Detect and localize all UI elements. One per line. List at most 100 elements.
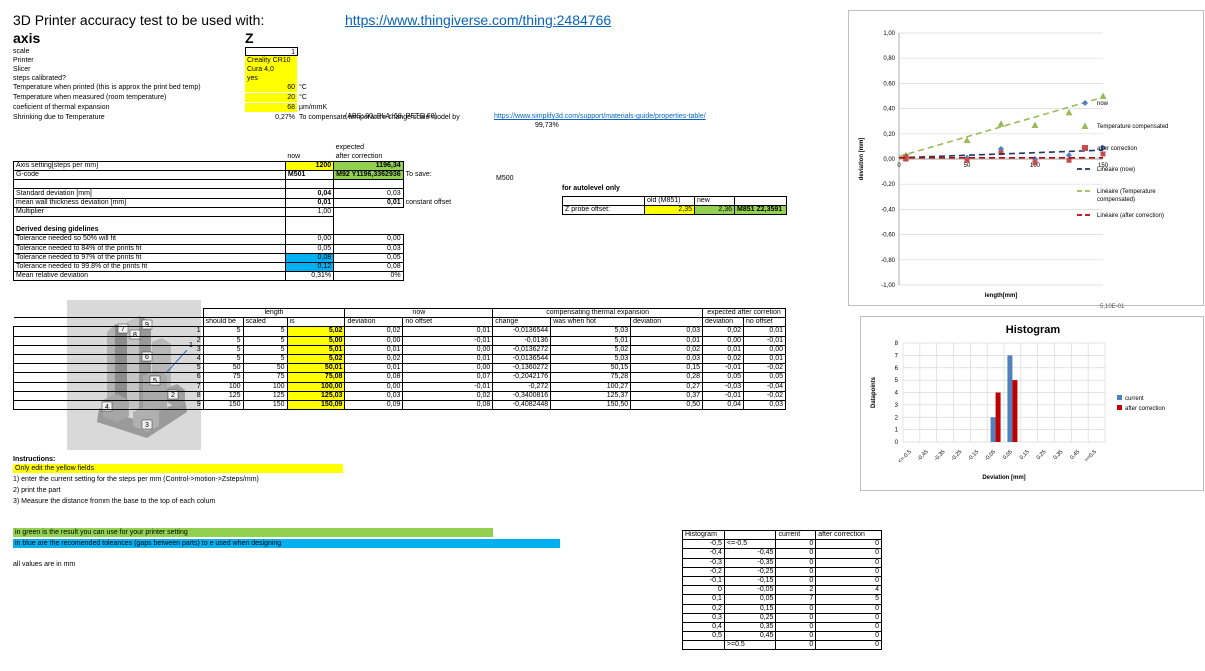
param-label: scale bbox=[13, 48, 30, 55]
table-cell: 0,00 bbox=[344, 381, 404, 392]
table-cell: 5,01 bbox=[550, 335, 632, 346]
param-value[interactable]: 60 bbox=[245, 83, 297, 92]
param-label: steps calibrated? bbox=[13, 75, 66, 82]
measured-input[interactable]: 5,02 bbox=[286, 353, 346, 365]
histogram-cell: 0 bbox=[682, 585, 725, 596]
multiplier-label: Multiplier bbox=[13, 206, 286, 218]
histogram-cell: 0 bbox=[815, 603, 882, 614]
histogram-cell: -0,15 bbox=[723, 575, 777, 587]
param-unit: µm/mmK bbox=[299, 104, 328, 111]
simplify3d-link[interactable]: https://www.simplify3d.com/support/mater… bbox=[494, 113, 706, 120]
table-cell: 5,02 bbox=[550, 344, 632, 355]
tolerance-after: 0,08 bbox=[333, 261, 404, 273]
y-tick-label: 0,40 bbox=[883, 107, 895, 113]
column-header: scaled bbox=[242, 317, 288, 328]
histogram-cell: 0 bbox=[775, 539, 817, 550]
row-number: 1 bbox=[13, 326, 204, 337]
table-cell: 5 bbox=[202, 353, 244, 365]
table-cell: 0,00 bbox=[743, 344, 786, 355]
table-cell: 100,27 bbox=[550, 381, 632, 392]
measured-input[interactable]: 150,09 bbox=[286, 399, 346, 411]
table-cell: 0,02 bbox=[344, 326, 404, 337]
axis-setting-input[interactable]: 1200 bbox=[284, 160, 335, 172]
blank bbox=[403, 235, 462, 244]
column-header: was when hot bbox=[550, 317, 632, 328]
param-value[interactable]: yes bbox=[245, 74, 297, 83]
table-cell: 0,01 bbox=[743, 353, 786, 365]
measured-input[interactable]: 100,00 bbox=[286, 381, 346, 392]
table-cell: -0,01 bbox=[402, 381, 494, 392]
histogram-bar bbox=[990, 417, 996, 442]
histogram-cell: 0 bbox=[815, 640, 882, 651]
legend-label: after correction bbox=[1125, 406, 1165, 412]
y-tick-label: 0,20 bbox=[883, 132, 895, 138]
histogram-cell: -0,2 bbox=[682, 566, 725, 577]
now-group-header: now bbox=[344, 307, 494, 319]
tolerance-now: 0,12 bbox=[284, 261, 335, 273]
param-value[interactable]: 68 bbox=[245, 103, 297, 112]
histogram-cell: -0,25 bbox=[723, 566, 777, 577]
param-label: coeficient of thermal expansion bbox=[13, 104, 110, 111]
data-point bbox=[997, 120, 1005, 127]
column-header: no offset bbox=[402, 317, 494, 328]
table-cell: 5 bbox=[242, 353, 288, 365]
param-label: Printer bbox=[13, 57, 34, 64]
table-cell: 0,00 bbox=[402, 344, 494, 355]
measured-input[interactable]: 5,02 bbox=[286, 326, 346, 337]
table-cell: 0,03 bbox=[630, 353, 704, 365]
histogram-cell: 0 bbox=[815, 539, 882, 550]
histogram-cell: 0,45 bbox=[723, 631, 777, 642]
column-header: deviation bbox=[702, 317, 745, 328]
blue-legend: in blue are the recomended toleances (ga… bbox=[13, 539, 560, 548]
measured-input[interactable]: 5,01 bbox=[286, 344, 346, 355]
param-value: 0,27% bbox=[275, 114, 295, 121]
y-tick-label: -0,60 bbox=[881, 233, 895, 239]
table-cell: -0,3400816 bbox=[492, 390, 552, 401]
measured-input[interactable]: 75,08 bbox=[286, 372, 346, 383]
histogram-cell: 0,5 bbox=[682, 631, 725, 642]
param-value[interactable]: Creality CR10 bbox=[245, 56, 297, 65]
legend-swatch bbox=[1081, 122, 1089, 129]
row-number: 4 bbox=[13, 353, 204, 365]
histogram-cell: 0 bbox=[775, 621, 817, 633]
histogram-cell: 0,2 bbox=[682, 603, 725, 614]
histogram-cell: 0 bbox=[775, 603, 817, 614]
y-tick-label: 6 bbox=[895, 366, 899, 372]
green-legend: in green is the result you can use for y… bbox=[13, 528, 493, 537]
y-tick-label: 0 bbox=[895, 440, 899, 446]
zprobe-old-input[interactable]: 2,35 bbox=[644, 205, 695, 216]
param-value[interactable]: 1 bbox=[245, 47, 298, 56]
length-header: length bbox=[202, 307, 346, 319]
blank bbox=[786, 318, 825, 327]
table-cell: 0,28 bbox=[630, 372, 704, 383]
legend-label: now bbox=[1097, 101, 1109, 107]
row-number: 8 bbox=[13, 390, 204, 401]
tolerance-label: Tolerance needed so 50% will fit bbox=[13, 234, 286, 245]
param-value[interactable]: 20 bbox=[245, 93, 297, 102]
mean-rel-dev-now: 0,31% bbox=[284, 271, 335, 282]
table-cell: -0,02 bbox=[743, 363, 786, 374]
table-cell: -0,4082448 bbox=[492, 399, 552, 411]
y-tick-label: -0,20 bbox=[881, 182, 895, 188]
measured-input[interactable]: 50,01 bbox=[286, 363, 346, 374]
legend-label: after correction bbox=[1097, 146, 1137, 152]
to-save-label: To save: bbox=[405, 171, 432, 179]
histogram-cell: 0,25 bbox=[723, 612, 777, 623]
table-cell: 0,01 bbox=[402, 353, 494, 365]
compensating-header: compensating thermal expansion bbox=[492, 307, 704, 319]
y-tick-label: 1,00 bbox=[883, 31, 895, 37]
y-tick-label: -0,40 bbox=[881, 207, 895, 213]
axis-value[interactable]: Z bbox=[245, 30, 254, 46]
table-cell: 150,50 bbox=[550, 399, 632, 411]
measured-input[interactable]: 125,03 bbox=[286, 390, 346, 401]
table-cell: 5 bbox=[242, 335, 288, 346]
param-value[interactable]: Cura 4,0 bbox=[245, 65, 297, 74]
tolerance-now: 0,05 bbox=[284, 243, 335, 254]
histogram-cell: 0 bbox=[775, 566, 817, 577]
old-header: old (M851) bbox=[644, 195, 695, 207]
histogram-header: current bbox=[775, 529, 817, 541]
thingiverse-link[interactable]: https://www.thingiverse.com/thing:248476… bbox=[345, 12, 611, 28]
measured-input[interactable]: 5,00 bbox=[286, 335, 346, 346]
histogram-cell: 5 bbox=[815, 594, 882, 605]
histogram-cell: 0,1 bbox=[682, 594, 725, 605]
